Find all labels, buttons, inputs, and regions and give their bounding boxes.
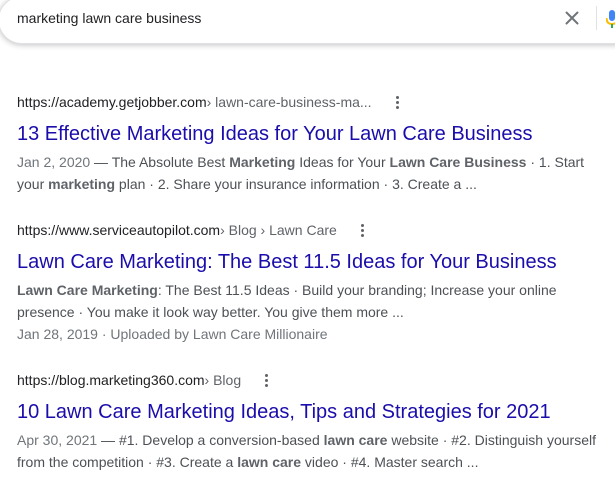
more-vert-icon[interactable] xyxy=(259,370,275,390)
result-cite[interactable]: https://www.serviceautopilot.com › Blog … xyxy=(17,220,615,240)
search-bar-divider xyxy=(596,6,597,30)
result-path: › lawn-care-business-ma... xyxy=(206,94,372,110)
search-result: https://blog.marketing360.com › Blog 10 … xyxy=(17,370,615,473)
snippet-text: video · #4. Master search ... xyxy=(301,454,479,470)
result-title[interactable]: 13 Effective Marketing Ideas for Your La… xyxy=(17,121,615,147)
result-path: › Blog xyxy=(204,372,242,388)
snippet-text: plan · 2. Share your insurance informati… xyxy=(115,176,477,192)
search-results-page: https://academy.getjobber.com › lawn-car… xyxy=(0,0,615,483)
result-cite[interactable]: https://academy.getjobber.com › lawn-car… xyxy=(17,92,615,112)
result-title[interactable]: Lawn Care Marketing: The Best 11.5 Ideas… xyxy=(17,249,615,275)
snippet-text: — The Absolute Best xyxy=(90,154,230,170)
search-bar xyxy=(0,0,615,44)
result-cite[interactable]: https://blog.marketing360.com › Blog xyxy=(17,370,615,390)
snippet-highlight: Lawn Care Marketing xyxy=(17,282,158,298)
search-result: https://www.serviceautopilot.com › Blog … xyxy=(17,220,615,345)
result-snippet: Jan 2, 2020 — The Absolute Best Marketin… xyxy=(17,151,602,195)
result-snippet: Apr 30, 2021 — #1. Develop a conversion-… xyxy=(17,429,602,473)
snippet-text: — #1. Develop a conversion-based xyxy=(97,432,324,448)
search-input[interactable] xyxy=(17,7,537,29)
result-snippet: Lawn Care Marketing: The Best 11.5 Ideas… xyxy=(17,279,602,323)
snippet-highlight: marketing xyxy=(48,176,116,192)
more-vert-icon[interactable] xyxy=(355,220,371,240)
snippet-highlight: Marketing xyxy=(229,154,296,170)
result-path: › Blog › Lawn Care xyxy=(220,222,337,238)
result-domain: https://blog.marketing360.com xyxy=(17,372,205,388)
result-date: Apr 30, 2021 xyxy=(17,432,98,448)
more-vert-icon[interactable] xyxy=(390,92,406,112)
result-meta: Jan 28, 2019 · Uploaded by Lawn Care Mil… xyxy=(17,326,328,342)
snippet-text: Ideas for Your xyxy=(295,154,390,170)
result-date: Jan 2, 2020 xyxy=(17,154,91,170)
result-domain: https://www.serviceautopilot.com xyxy=(17,222,221,238)
close-icon[interactable] xyxy=(562,8,582,28)
result-domain: https://academy.getjobber.com xyxy=(17,94,207,110)
snippet-highlight: lawn care xyxy=(323,432,388,448)
search-result: https://academy.getjobber.com › lawn-car… xyxy=(17,92,615,195)
mic-icon[interactable] xyxy=(606,7,615,29)
snippet-highlight: lawn care xyxy=(237,454,302,470)
result-title[interactable]: 10 Lawn Care Marketing Ideas, Tips and S… xyxy=(17,399,615,425)
snippet-highlight: Lawn Care Business xyxy=(389,154,527,170)
